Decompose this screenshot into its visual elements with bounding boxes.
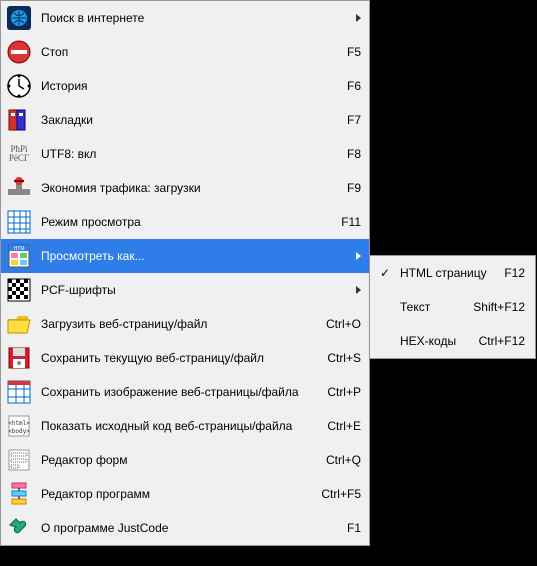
- menu-item-traffic-saving[interactable]: Экономия трафика: загрузки F9: [1, 171, 369, 205]
- menu-item-shortcut: F1: [347, 521, 361, 535]
- check-icon: ✓: [376, 264, 394, 282]
- menu-item-label: UTF8: вкл: [41, 147, 335, 161]
- menu-item-shortcut: F8: [347, 147, 361, 161]
- menu-item-shortcut: F11: [341, 215, 361, 229]
- submenu-item-text[interactable]: Текст Shift+F12: [370, 290, 535, 324]
- menu-item-label: Загрузить веб-страницу/файл: [41, 317, 314, 331]
- menu-item-label: Редактор программ: [41, 487, 309, 501]
- check-slot-empty: [376, 332, 394, 350]
- form-icon: [5, 446, 33, 474]
- context-menu: Поиск в интернете Стоп F5 История F6: [0, 0, 370, 546]
- menu-item-search-internet[interactable]: Поиск в интернете: [1, 1, 369, 35]
- grid-icon: [5, 208, 33, 236]
- chevron-right-icon: [356, 14, 361, 22]
- globe-search-icon: [5, 4, 33, 32]
- submenu-item-html[interactable]: ✓ HTML страницу F12: [370, 256, 535, 290]
- svg-text:HTM: HTM: [14, 246, 25, 252]
- menu-item-label: История: [41, 79, 335, 93]
- menu-item-label: Экономия трафика: загрузки: [41, 181, 335, 195]
- menu-item-save-page[interactable]: Сохранить текущую веб-страницу/файл Ctrl…: [1, 341, 369, 375]
- menu-item-label: Сохранить изображение веб-страницы/файла: [41, 385, 315, 399]
- menu-item-label: PCF-шрифты: [41, 283, 348, 297]
- menu-item-shortcut: F5: [347, 45, 361, 59]
- menu-item-shortcut: Ctrl+Q: [326, 453, 361, 467]
- menu-item-form-editor[interactable]: Редактор форм Ctrl+Q: [1, 443, 369, 477]
- image-grid-icon: [5, 378, 33, 406]
- folder-open-icon: [5, 310, 33, 338]
- submenu-item-label: HEX-коды: [400, 334, 467, 348]
- valve-icon: [5, 174, 33, 202]
- menu-item-label: Сохранить текущую веб-страницу/файл: [41, 351, 315, 365]
- submenu-item-hex[interactable]: HEX-коды Ctrl+F12: [370, 324, 535, 358]
- menu-item-label: Стоп: [41, 45, 335, 59]
- submenu-item-label: Текст: [400, 300, 461, 314]
- svg-text:<html>: <html>: [8, 420, 30, 427]
- menu-item-save-image[interactable]: Сохранить изображение веб-страницы/файла…: [1, 375, 369, 409]
- submenu-item-shortcut: Shift+F12: [473, 300, 525, 314]
- menu-item-label: О программе JustCode: [41, 521, 335, 535]
- menu-item-shortcut: Ctrl+F5: [321, 487, 361, 501]
- menu-item-utf8[interactable]: PħPï PëCΓ UTF8: вкл F8: [1, 137, 369, 171]
- submenu-item-shortcut: Ctrl+F12: [479, 334, 525, 348]
- menu-item-program-editor[interactable]: Редактор программ Ctrl+F5: [1, 477, 369, 511]
- floppy-icon: [5, 344, 33, 372]
- books-icon: [5, 106, 33, 134]
- html-source-icon: <html> <body>: [5, 412, 33, 440]
- menu-item-shortcut: Ctrl+S: [327, 351, 361, 365]
- submenu-item-label: HTML страницу: [400, 266, 492, 280]
- menu-item-label: Редактор форм: [41, 453, 314, 467]
- menu-item-label: Просмотреть как...: [41, 249, 348, 263]
- menu-item-about[interactable]: О программе JustCode F1: [1, 511, 369, 545]
- menu-item-shortcut: Ctrl+E: [327, 419, 361, 433]
- menu-item-label: Показать исходный код веб-страницы/файла: [41, 419, 315, 433]
- submenu-item-shortcut: F12: [504, 266, 525, 280]
- menu-item-shortcut: F7: [347, 113, 361, 127]
- menu-item-pcf-fonts[interactable]: PCF-шрифты: [1, 273, 369, 307]
- no-entry-icon: [5, 38, 33, 66]
- html-page-icon: HTM: [5, 242, 33, 270]
- menu-item-label: Поиск в интернете: [41, 11, 348, 25]
- menu-item-view-as[interactable]: HTM Просмотреть как...: [1, 239, 369, 273]
- puzzle-icon: [5, 514, 33, 542]
- menu-item-label: Режим просмотра: [41, 215, 329, 229]
- menu-item-history[interactable]: История F6: [1, 69, 369, 103]
- menu-item-stop[interactable]: Стоп F5: [1, 35, 369, 69]
- menu-item-load-page[interactable]: Загрузить веб-страницу/файл Ctrl+O: [1, 307, 369, 341]
- check-slot-empty: [376, 298, 394, 316]
- chevron-right-icon: [356, 286, 361, 294]
- menu-item-shortcut: Ctrl+O: [326, 317, 361, 331]
- svg-text:<body>: <body>: [8, 428, 30, 435]
- checker-icon: [5, 276, 33, 304]
- menu-item-shortcut: F9: [347, 181, 361, 195]
- menu-item-view-source[interactable]: <html> <body> Показать исходный код веб-…: [1, 409, 369, 443]
- clock-icon: [5, 72, 33, 100]
- menu-item-shortcut: Ctrl+P: [327, 385, 361, 399]
- flowchart-icon: [5, 480, 33, 508]
- menu-item-view-mode[interactable]: Режим просмотра F11: [1, 205, 369, 239]
- view-as-submenu: ✓ HTML страницу F12 Текст Shift+F12 HEX-…: [369, 255, 536, 359]
- menu-item-label: Закладки: [41, 113, 335, 127]
- menu-item-bookmarks[interactable]: Закладки F7: [1, 103, 369, 137]
- menu-item-shortcut: F6: [347, 79, 361, 93]
- chevron-right-icon: [356, 252, 361, 260]
- utf8-icon: PħPï PëCΓ: [5, 140, 33, 168]
